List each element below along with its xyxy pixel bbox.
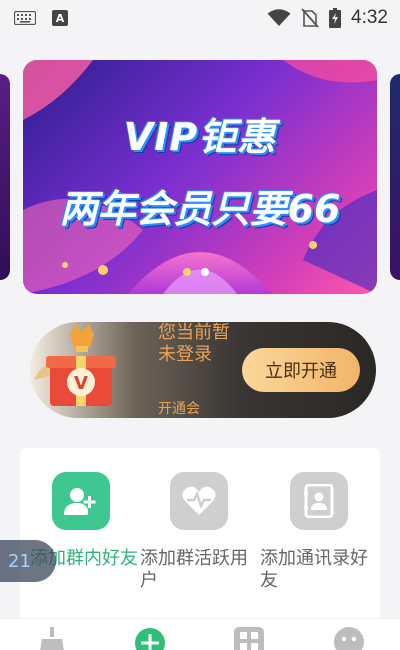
add-user-icon: [52, 472, 110, 530]
wifi-icon: [267, 9, 291, 26]
banner-decoration: [23, 60, 377, 294]
vip-membership-card[interactable]: V 您当前暂未登录 开通会 立即开通: [30, 322, 376, 418]
a-icon: A: [52, 10, 68, 26]
banner-subtitle: 两年会员只要66: [59, 187, 341, 231]
broom-icon[interactable]: [38, 627, 66, 650]
heartbeat-icon: [170, 472, 228, 530]
function-panel: 添加群内好友 添加群活跃用户 添加通讯录好友: [20, 448, 380, 628]
func-add-active-members[interactable]: 添加群活跃用户: [140, 472, 260, 592]
plus-circle-icon[interactable]: [134, 627, 166, 650]
gift-letter: V: [74, 373, 88, 394]
banner-next-peek[interactable]: [390, 74, 400, 280]
func-add-contacts[interactable]: 添加通讯录好友: [260, 472, 380, 592]
bottom-nav: [0, 618, 400, 650]
grid-icon[interactable]: [234, 627, 264, 650]
face-icon[interactable]: [334, 627, 364, 650]
keyboard-icon: [14, 11, 36, 25]
pager-dot[interactable]: [183, 268, 191, 276]
login-status-text: 您当前暂未登录: [158, 322, 230, 365]
vip-sub-text: 开通会: [158, 401, 200, 417]
func-label: 添加群活跃用户: [140, 548, 248, 591]
no-sim-icon: [301, 8, 319, 28]
gift-box-icon: V: [34, 324, 116, 406]
contacts-icon: [290, 472, 348, 530]
vip-promo-banner[interactable]: VIP钜惠 两年会员只要66: [23, 60, 377, 294]
banner-title: VIP钜惠: [123, 115, 277, 159]
banner-prev-peek[interactable]: [0, 74, 10, 280]
battery-charging-icon: [329, 8, 342, 28]
status-time: 4:32: [351, 7, 388, 28]
pager-dot-active[interactable]: [201, 268, 209, 276]
banner-pager: [183, 268, 209, 276]
banner-carousel[interactable]: VIP钜惠 两年会员只要66: [0, 58, 400, 298]
func-label: 添加通讯录好友: [260, 548, 368, 591]
floating-badge[interactable]: 21: [0, 540, 56, 582]
open-vip-button[interactable]: 立即开通: [242, 348, 360, 392]
status-bar: A 4:32: [0, 0, 400, 36]
